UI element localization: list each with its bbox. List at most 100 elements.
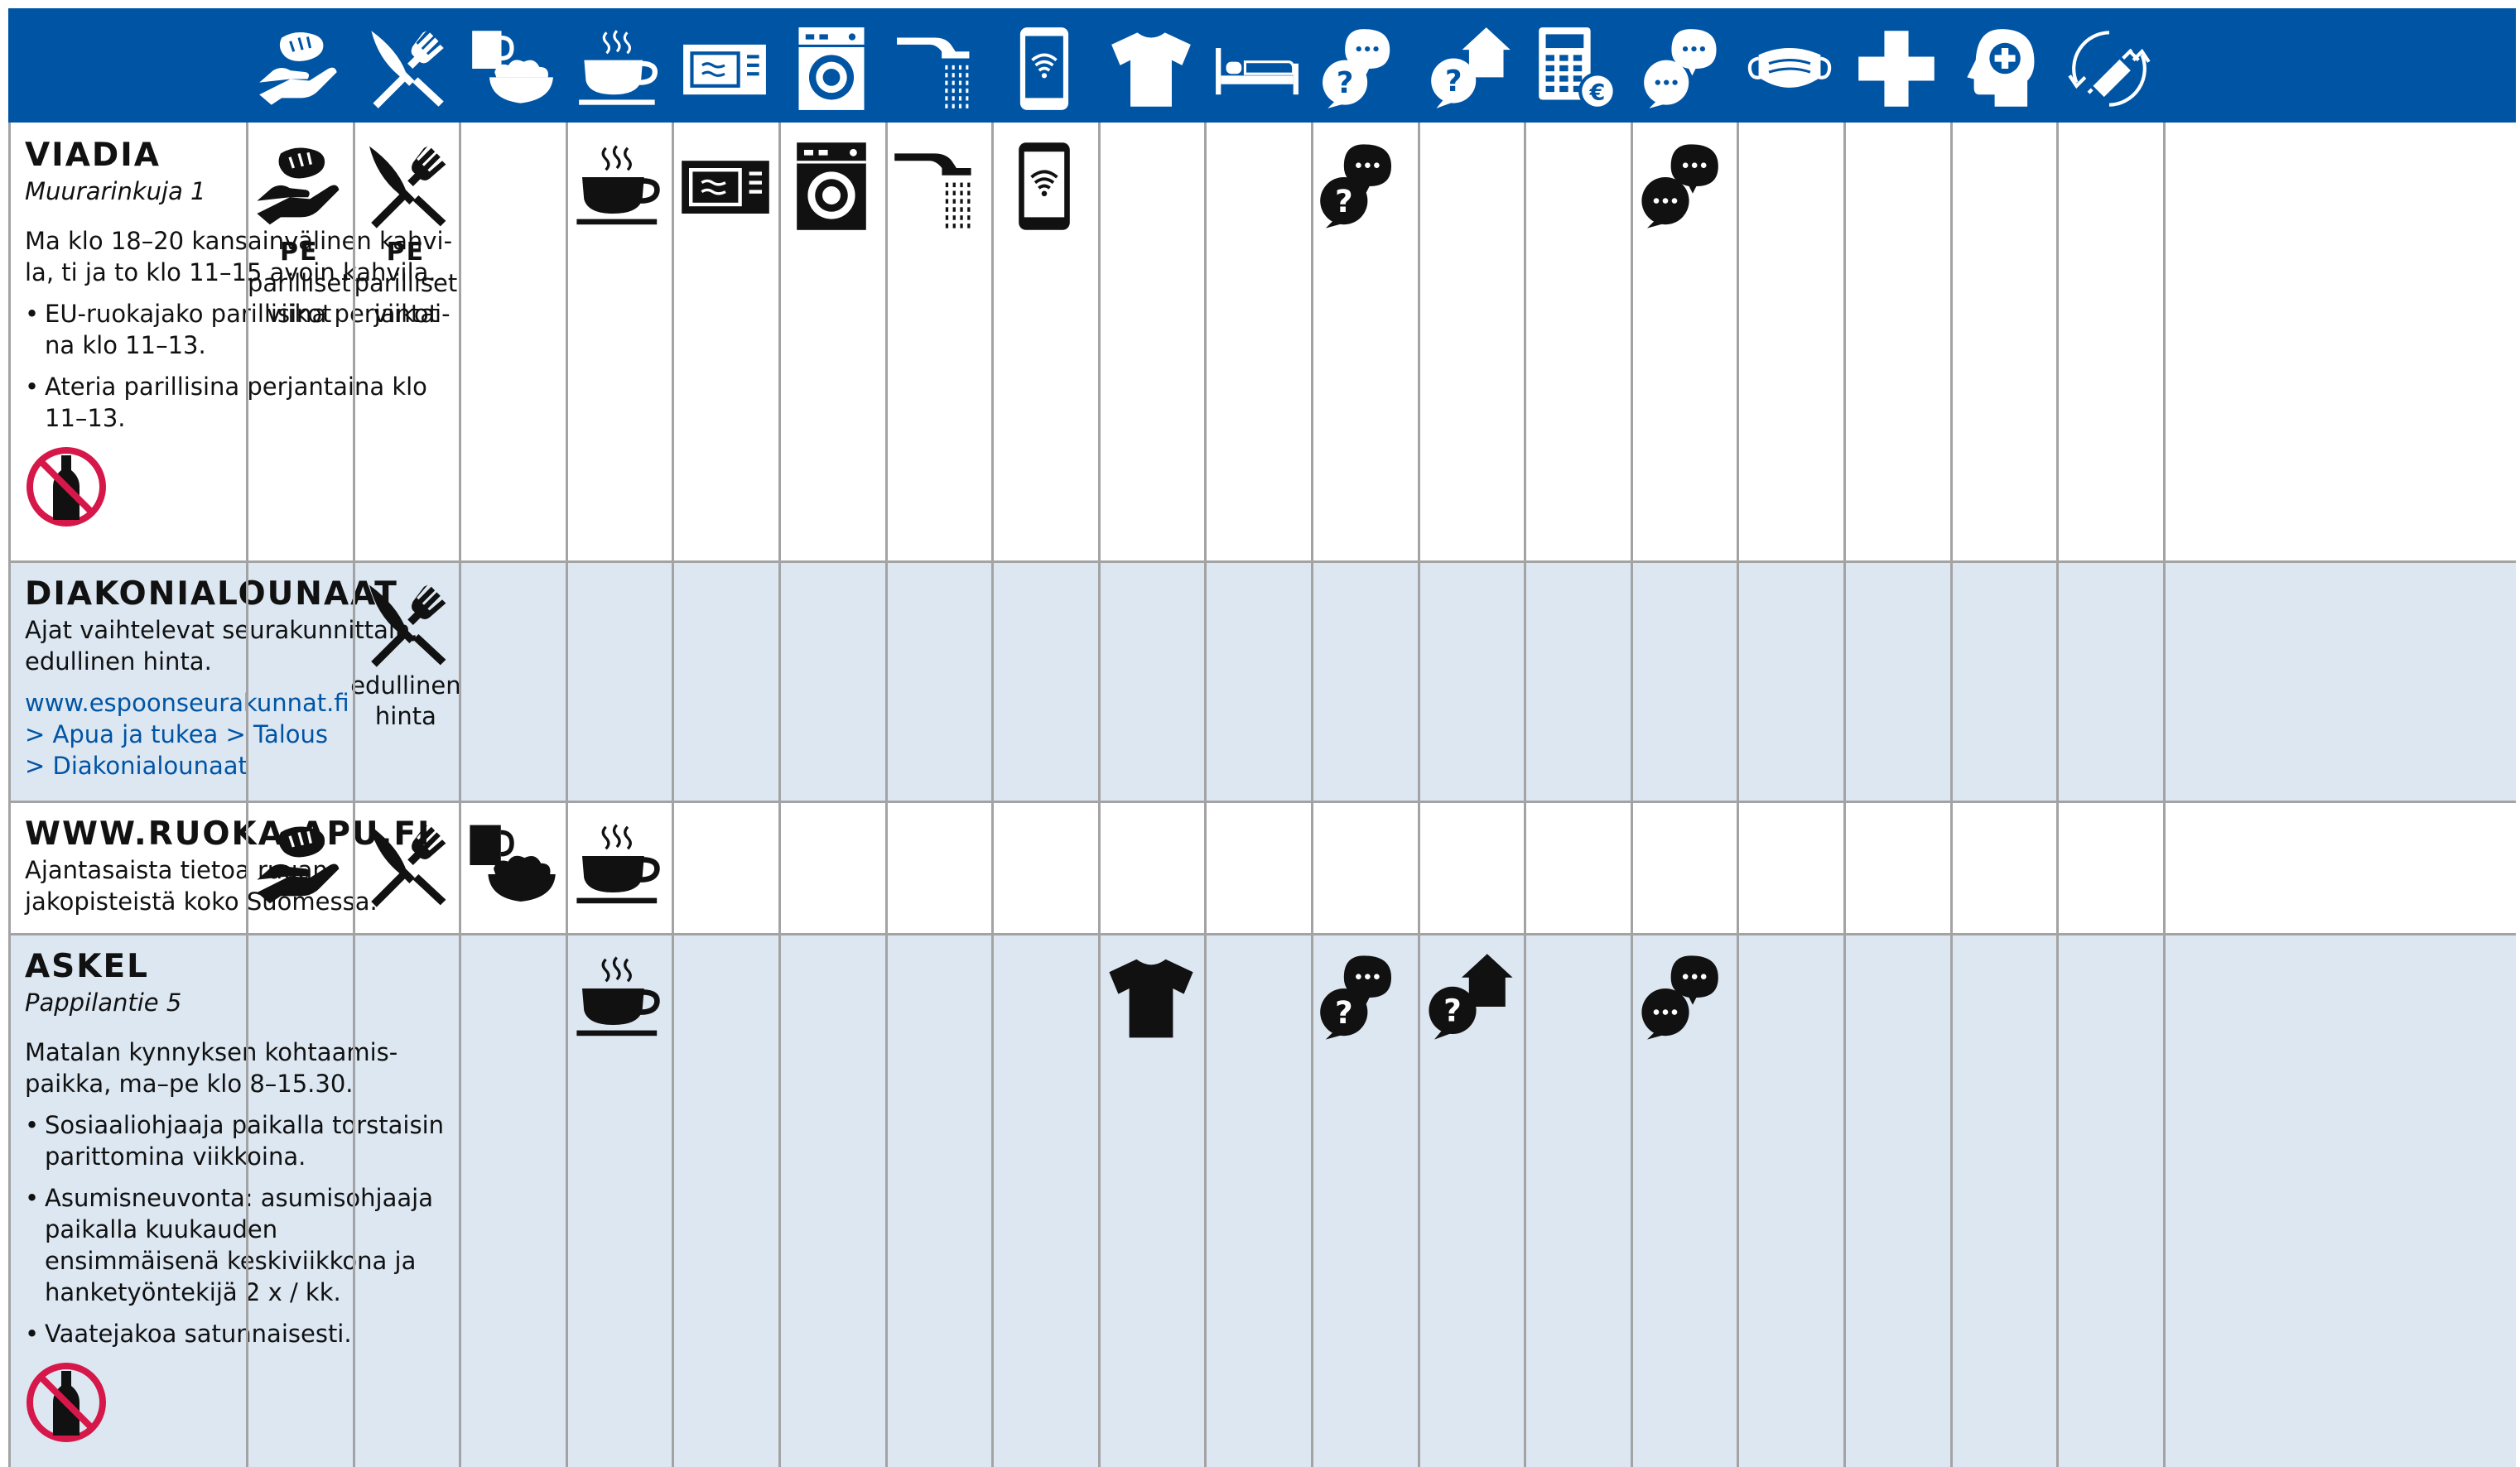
services-table: ? ? € VIADIA Muurarinkuja 1 Ma klo 18–20… <box>8 8 2516 1467</box>
cutlery-icon <box>369 825 446 907</box>
house-question-icon: ? <box>1429 954 1513 1040</box>
cell-clothes <box>1098 952 1205 1043</box>
chat-bubbles-icon <box>1641 144 1718 228</box>
tshirt-icon <box>1109 959 1193 1038</box>
grid-line <box>8 123 11 1467</box>
header-bed <box>1204 23 1310 114</box>
header-bar: ? ? € <box>8 8 2516 123</box>
cell-day: PE <box>386 238 426 267</box>
header-finance: € <box>1524 23 1630 114</box>
header-housing: ? <box>1418 23 1524 114</box>
header-takeaway <box>459 23 565 114</box>
header-mask <box>1737 23 1843 114</box>
cell-laundry <box>778 141 885 232</box>
microwave-icon <box>681 161 769 214</box>
washing-machine-icon <box>797 142 867 230</box>
header-food-bag <box>246 23 352 114</box>
header-health <box>1843 23 1949 114</box>
cell-wifi <box>991 141 1098 232</box>
header-counseling: ? <box>1311 23 1417 114</box>
coffee-cup-icon <box>576 956 660 1037</box>
cell-day: PE <box>280 238 319 267</box>
header-mental <box>1950 23 2056 114</box>
grid-line <box>8 560 2516 563</box>
grid-line <box>778 123 781 1467</box>
header-laundry <box>778 23 884 114</box>
microwave-icon <box>683 44 767 95</box>
grid-line <box>2163 123 2166 1467</box>
cell-discussion <box>1631 141 1737 232</box>
shower-icon <box>896 37 970 108</box>
grid-line <box>8 933 2516 936</box>
calculator-euro-icon: € <box>1539 27 1617 110</box>
cell-caption: parilliset viikot <box>354 269 458 328</box>
coffee-cup-icon <box>576 824 660 904</box>
row-bullet: Asumisneuvonta: asumisohjaaja paikalla k… <box>25 1182 453 1308</box>
svg-text:?: ? <box>1335 183 1353 219</box>
cutlery-icon <box>370 31 444 108</box>
syringe-icon <box>2068 31 2151 107</box>
header-discussion <box>1631 23 1737 114</box>
row-link[interactable]: > Diakonialounaat <box>25 750 453 782</box>
svg-text:?: ? <box>1443 993 1462 1029</box>
grid-line <box>1843 123 1846 1467</box>
chat-bubbles-icon <box>1641 955 1718 1040</box>
face-mask-icon <box>1748 48 1832 88</box>
mug-bowl-icon <box>470 825 557 902</box>
cell-coffee <box>566 952 672 1043</box>
house-question-icon: ? <box>1430 27 1511 108</box>
hand-bread-icon <box>257 826 340 904</box>
cell-food-bag <box>246 820 353 911</box>
header-clothes <box>1098 23 1204 114</box>
hand-bread-icon <box>257 147 340 225</box>
grid-line <box>459 123 461 1467</box>
cell-caption: parilliset viikot <box>247 269 351 328</box>
row-description: Matalan kynnyksen kohtaamis­paikka, ma–p… <box>25 1038 398 1098</box>
row-bullet: Vaatejakoa satunnaisesti. <box>25 1318 453 1349</box>
no-alcohol-icon <box>27 447 106 527</box>
grid-line <box>672 123 674 1467</box>
cell-caption: edullinen hinta <box>350 671 461 730</box>
grid-line <box>8 801 2516 803</box>
grid-line <box>885 123 888 1467</box>
table-row: ASKEL Pappilantie 5 Matalan kynnyksen koht… <box>8 934 2516 1467</box>
cell-housing: ? <box>1418 952 1525 1043</box>
chat-question-icon: ? <box>1320 955 1392 1040</box>
svg-text:€: € <box>1589 79 1606 105</box>
grid-line <box>566 123 568 1467</box>
grid-line <box>1524 123 1526 1467</box>
cell-takeaway <box>459 820 566 911</box>
grid-line <box>246 123 248 1467</box>
header-vaccine <box>2056 23 2162 114</box>
grid-line <box>1204 123 1207 1467</box>
chat-question-icon: ? <box>1323 29 1390 108</box>
row-bullet: Sosiaaliohjaaja paikalla torstaisin pari… <box>25 1109 453 1172</box>
shower-icon <box>894 153 971 228</box>
grid-line <box>1631 123 1633 1467</box>
bed-icon <box>1216 48 1299 95</box>
head-cross-icon <box>1966 29 2035 107</box>
row-title: ASKEL <box>25 948 149 985</box>
cell-food-bag: PE parilliset viikot <box>246 141 353 329</box>
grid-line <box>991 123 994 1467</box>
chat-bubbles-icon <box>1643 29 1717 108</box>
coffee-cup-icon <box>578 30 658 105</box>
grid-line <box>1737 123 1739 1467</box>
mug-bowl-icon <box>472 31 554 103</box>
chat-question-icon: ? <box>1320 144 1392 228</box>
cell-counseling: ? <box>1311 141 1418 232</box>
cell-microwave <box>672 141 778 232</box>
tshirt-icon <box>1111 32 1191 107</box>
grid-line <box>1311 123 1313 1467</box>
cell-meal: PE parilliset viikot <box>353 141 460 329</box>
grid-line <box>353 123 355 1467</box>
cutlery-icon <box>369 584 446 667</box>
row-address: Pappilantie 5 <box>25 988 182 1017</box>
header-wifi <box>991 23 1097 114</box>
no-alcohol-badge <box>25 445 453 531</box>
grid-line <box>1950 123 1953 1467</box>
header-shower <box>885 23 991 114</box>
no-alcohol-badge <box>25 1361 453 1447</box>
table-row: DIAKONIALOUNAAT Ajat vaihtelevat seurakun… <box>8 561 2516 801</box>
svg-text:?: ? <box>1335 994 1353 1031</box>
